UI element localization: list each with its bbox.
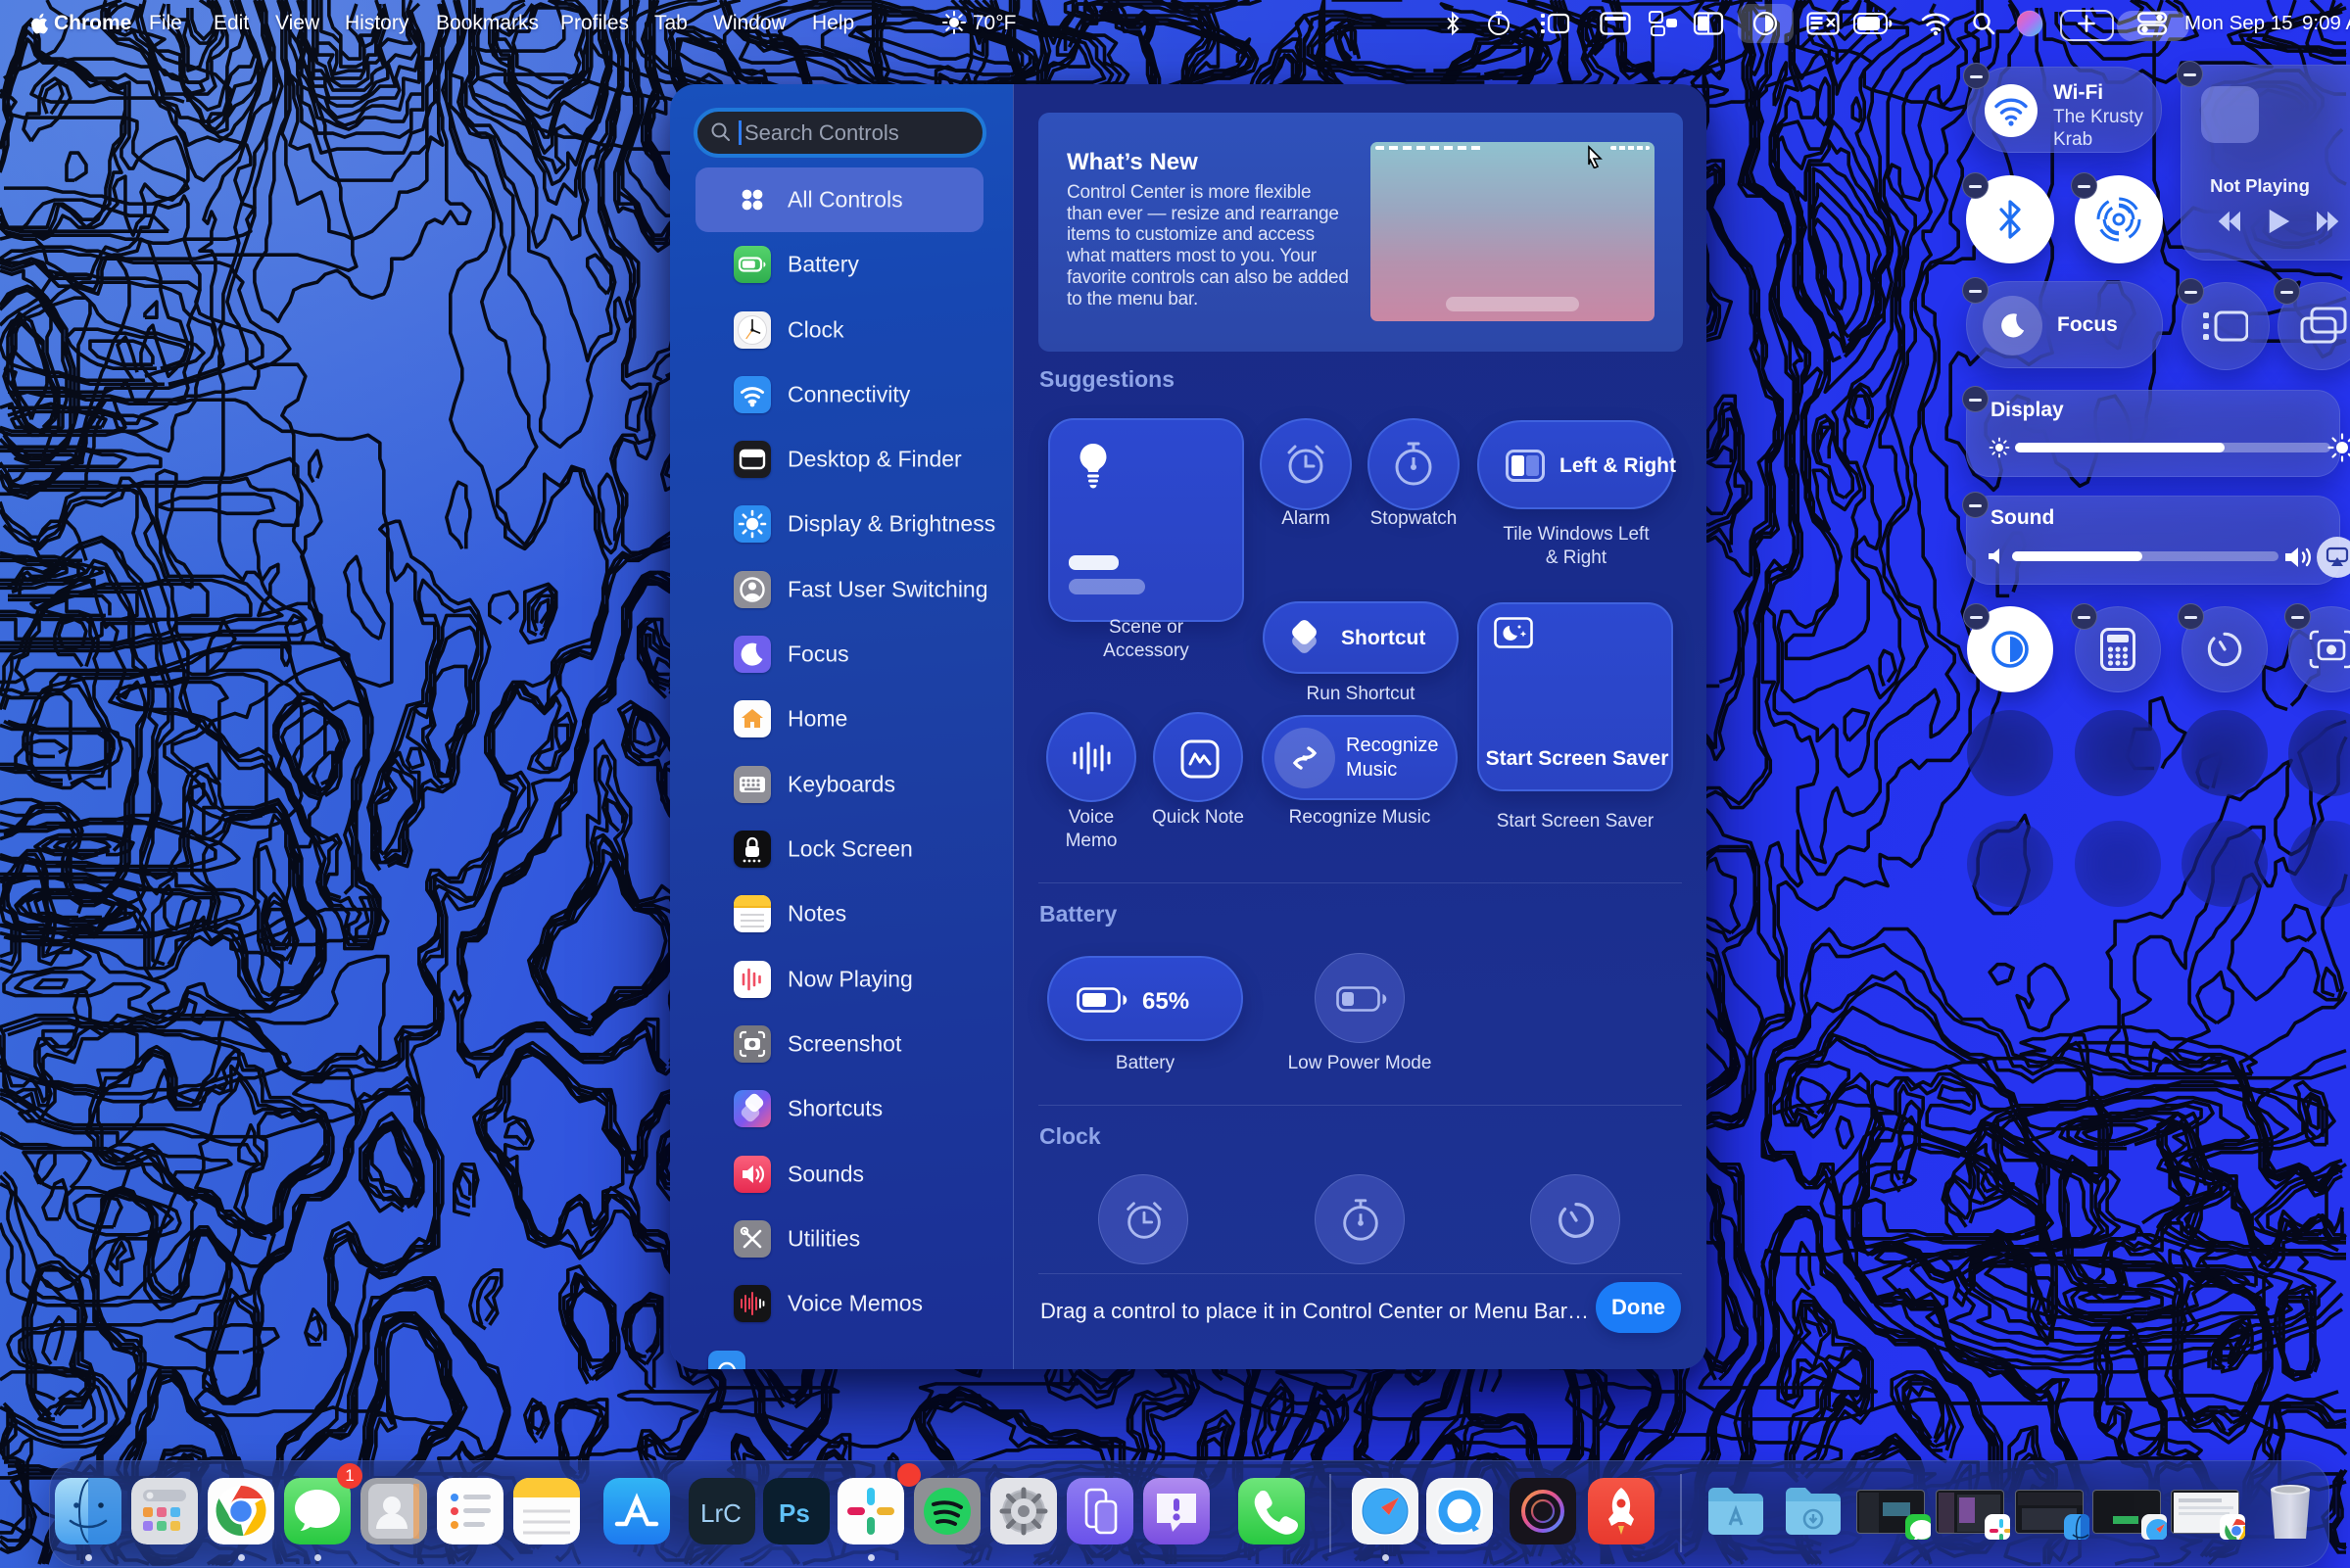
svg-text:Ps: Ps (779, 1498, 810, 1528)
svg-text:LrC: LrC (700, 1498, 742, 1528)
